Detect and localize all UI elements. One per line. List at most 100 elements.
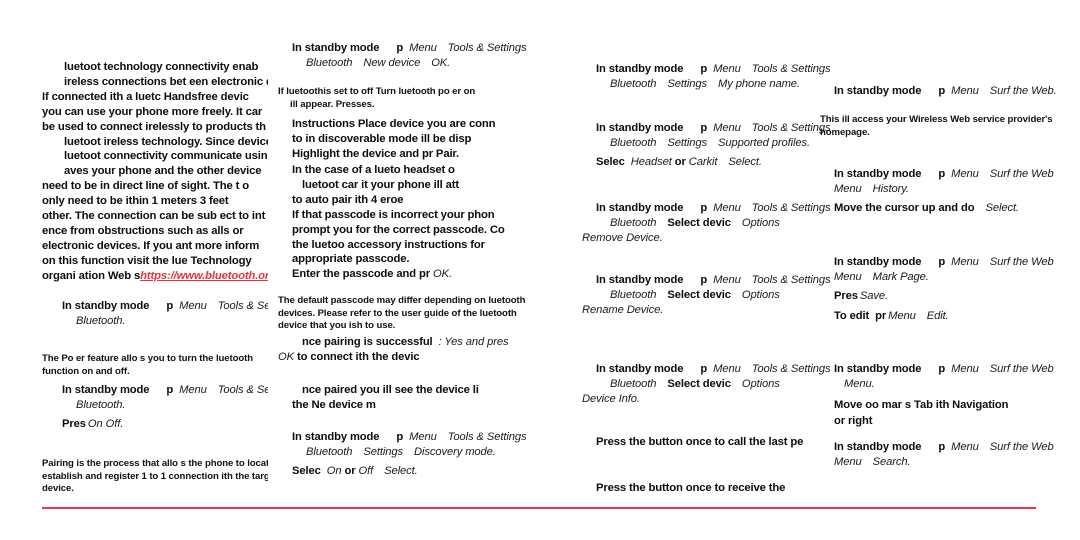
text-line: you can use your phone more freely. It c…	[42, 105, 263, 118]
menu-item[interactable]: Bluetooth	[610, 289, 656, 301]
menu-item[interactable]: Menu	[713, 63, 741, 75]
menu-item[interactable]: Tools & Settings	[752, 122, 830, 134]
enter-passcode-step: Enter the passcode and pr OK.	[292, 267, 452, 282]
menu-item[interactable]: Menu	[951, 363, 979, 375]
menu-item[interactable]: Select.	[985, 202, 1019, 214]
menu-item[interactable]: OK	[278, 351, 294, 363]
text-line: If that passcode is incorrect your phon	[292, 208, 495, 221]
menu-item[interactable]: Device Info.	[582, 393, 640, 405]
menu-item[interactable]: Menu	[951, 256, 979, 268]
menu-item[interactable]: Save.	[860, 290, 888, 302]
menu-item[interactable]: Options	[742, 378, 780, 390]
menu-item[interactable]: Tools & Settings	[752, 63, 830, 75]
key-press: p	[166, 384, 174, 396]
option-off[interactable]: Off	[358, 465, 373, 477]
select-device-label[interactable]: Select devic	[667, 217, 731, 229]
key-press: p	[700, 202, 708, 214]
menu-item[interactable]: Discovery mode.	[414, 446, 496, 458]
step-label: In standby mode	[596, 122, 684, 134]
menu-item[interactable]: Edit.	[927, 310, 949, 322]
bluetooth-org-link[interactable]: https://www.bluetooth.org/	[140, 270, 268, 282]
text-line: Press the button once to call the last p…	[596, 436, 804, 448]
menu-item[interactable]: Bluetooth.	[76, 315, 125, 327]
bluetooth-intro-paragraph: luetoot technology connectivity enab ire…	[42, 60, 268, 284]
menu-item[interactable]: Bluetooth.	[76, 399, 125, 411]
menu-item[interactable]: Menu	[713, 363, 741, 375]
step-label: nce pairing is successful	[302, 336, 433, 348]
menu-item[interactable]: Bluetooth	[306, 57, 352, 69]
step-line: Bluetooth Select devic Options	[596, 288, 830, 303]
menu-item[interactable]: Select.	[728, 156, 762, 168]
step-line: Bluetooth.	[62, 398, 268, 413]
key-press: p	[396, 42, 404, 54]
text-line: ireless connections bet een electronic d…	[64, 75, 268, 88]
menu-item[interactable]: Bluetooth	[306, 446, 352, 458]
menu-item[interactable]: Bluetooth	[610, 217, 656, 229]
step-line: Selec On or Off Select.	[292, 464, 527, 479]
step-line: Remove Device.	[582, 231, 830, 246]
menu-item[interactable]: Surf the Web	[990, 441, 1054, 453]
menu-item[interactable]: Menu	[951, 85, 979, 97]
step-line: Pres Save.	[834, 289, 1054, 304]
menu-item[interactable]: My phone name.	[718, 78, 800, 90]
menu-item[interactable]: Menu	[888, 310, 916, 322]
option-headset[interactable]: Headset	[631, 156, 672, 168]
menu-item[interactable]: Tools & Settings	[752, 274, 830, 286]
menu-item[interactable]: Supported profiles.	[718, 137, 810, 149]
menu-item[interactable]: Menu.	[844, 378, 875, 390]
menu-item[interactable]: Menu	[713, 274, 741, 286]
menu-item[interactable]: Settings	[667, 78, 707, 90]
option-carkit[interactable]: Carkit	[689, 156, 718, 168]
menu-item[interactable]: Menu	[951, 168, 979, 180]
menu-item[interactable]: On Off.	[88, 418, 123, 430]
menu-item[interactable]: Menu	[834, 271, 862, 283]
text-line: ence from obstructions such as alls or	[42, 224, 244, 237]
menu-item[interactable]: Tools & Settings	[218, 384, 268, 396]
menu-item[interactable]: Surf the Web	[990, 256, 1054, 268]
menu-item[interactable]: Menu	[713, 202, 741, 214]
step-line: In standby mode p Menu Tools & Settings	[62, 383, 268, 398]
menu-item[interactable]: Menu	[834, 183, 862, 195]
menu-item[interactable]: Surf the Web	[990, 168, 1054, 180]
menu-item[interactable]: Tools & Settings	[752, 202, 830, 214]
text-line: only need to be ithin 1 meters 3 feet	[42, 195, 229, 208]
option-on[interactable]: On	[327, 465, 342, 477]
menu-item[interactable]: Tools & Settings	[752, 363, 830, 375]
menu-item[interactable]: Menu	[951, 441, 979, 453]
menu-item[interactable]: History.	[873, 183, 909, 195]
menu-item[interactable]: Menu	[179, 300, 207, 312]
menu-item[interactable]: Remove Device.	[582, 232, 663, 244]
menu-item[interactable]: Bluetooth	[610, 137, 656, 149]
menu-item[interactable]: Bluetooth	[610, 378, 656, 390]
menu-item[interactable]: New device	[363, 57, 420, 69]
menu-item[interactable]: Options	[742, 289, 780, 301]
menu-item[interactable]: Surf the Web.	[990, 85, 1057, 97]
menu-item[interactable]: Rename Device.	[582, 304, 663, 316]
menu-item[interactable]: : Yes and pres	[439, 336, 509, 348]
text-line: devices. Please refer to the user guide …	[278, 307, 517, 319]
menu-item[interactable]: Menu	[834, 456, 862, 468]
menu-item[interactable]: Menu	[409, 42, 437, 54]
menu-item[interactable]: Settings	[667, 137, 707, 149]
surf-the-web-step: In standby mode p Menu Surf the Web.	[834, 84, 1057, 99]
menu-item[interactable]: Search.	[873, 456, 911, 468]
menu-item[interactable]: Surf the Web	[990, 363, 1054, 375]
menu-item[interactable]: Tools & Settings	[448, 42, 527, 54]
step-line: nce pairing is successful : Yes and pres	[292, 335, 508, 350]
menu-item[interactable]: Select.	[384, 465, 418, 477]
select-device-label[interactable]: Select devic	[667, 289, 731, 301]
menu-item[interactable]: Bluetooth	[610, 78, 656, 90]
menu-item[interactable]: Menu	[409, 431, 437, 443]
select-device-label[interactable]: Select devic	[667, 378, 731, 390]
menu-item[interactable]: Mark Page.	[873, 271, 929, 283]
menu-item[interactable]: Tools & Settings	[448, 431, 527, 443]
menu-item[interactable]: Options	[742, 217, 780, 229]
menu-item[interactable]: Menu	[179, 384, 207, 396]
menu-item[interactable]: Settings	[363, 446, 403, 458]
menu-item[interactable]: Menu	[713, 122, 741, 134]
step-line: In standby mode p Menu Tools & Settings	[292, 430, 527, 445]
step-label: In standby mode	[596, 363, 684, 375]
menu-item[interactable]: OK.	[433, 268, 452, 280]
menu-item[interactable]: OK.	[431, 57, 450, 69]
menu-item[interactable]: Tools & Settings	[218, 300, 268, 312]
